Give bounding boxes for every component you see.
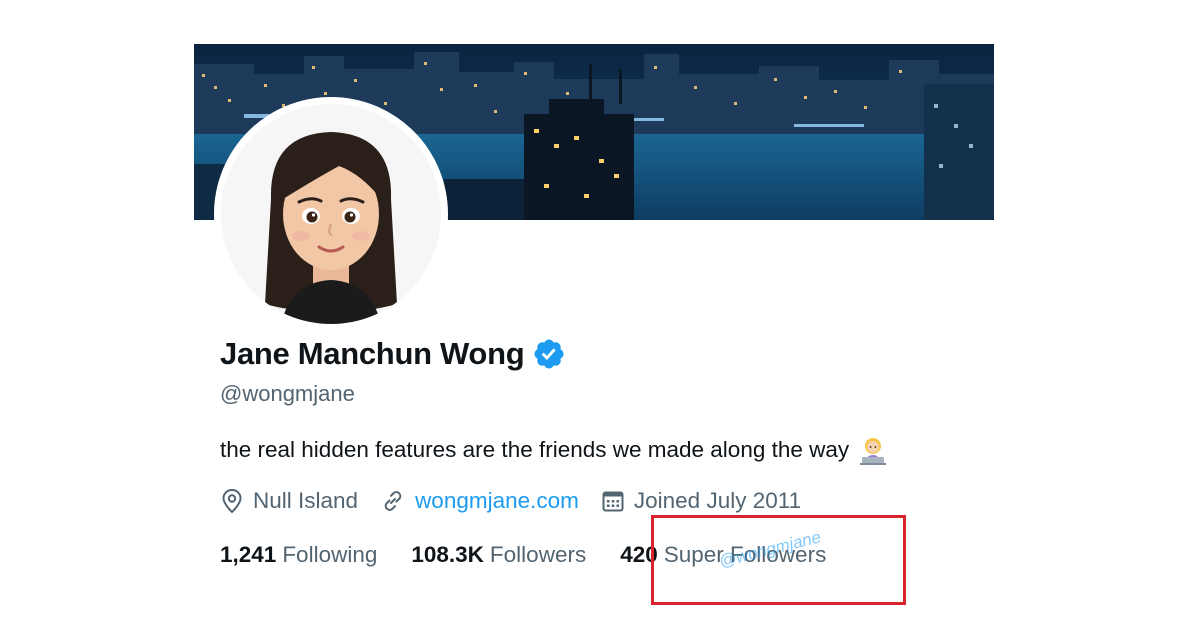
website-link[interactable]: wongmjane.com	[415, 488, 579, 514]
avatar-frame[interactable]	[214, 97, 448, 331]
link-icon	[384, 491, 402, 511]
location-item: Null Island	[220, 488, 358, 514]
calendar-icon	[602, 491, 624, 512]
name-row: Jane Manchun Wong	[220, 336, 566, 372]
following-stat[interactable]: 1,241 Following	[220, 542, 377, 568]
highlight-box	[651, 515, 906, 605]
display-name: Jane Manchun Wong	[220, 336, 525, 371]
website-item[interactable]: wongmjane.com	[380, 488, 579, 514]
followers-count: 108.3K	[411, 542, 484, 567]
avatar[interactable]	[221, 104, 441, 324]
followers-label: Followers	[489, 542, 587, 567]
woman-technologist-emoji	[860, 438, 887, 465]
memoji-avatar-image	[221, 104, 441, 324]
user-handle: @wongmjane	[220, 381, 355, 406]
following-label: Following	[282, 542, 378, 567]
bio: the real hidden features are the friends…	[220, 434, 889, 466]
joined-text: Joined July 2011	[633, 488, 802, 513]
location-text: Null Island	[253, 488, 359, 513]
followers-stat[interactable]: 108.3K Followers	[411, 542, 586, 568]
profile-meta: Null Island wongmjane.com Joined July 20…	[220, 484, 823, 518]
following-count: 1,241	[220, 542, 277, 567]
joined-item: Joined July 2011	[601, 488, 801, 514]
location-pin-icon	[222, 488, 242, 514]
verified-badge-icon[interactable]	[532, 337, 566, 371]
bio-text: the real hidden features are the friends…	[220, 437, 850, 462]
